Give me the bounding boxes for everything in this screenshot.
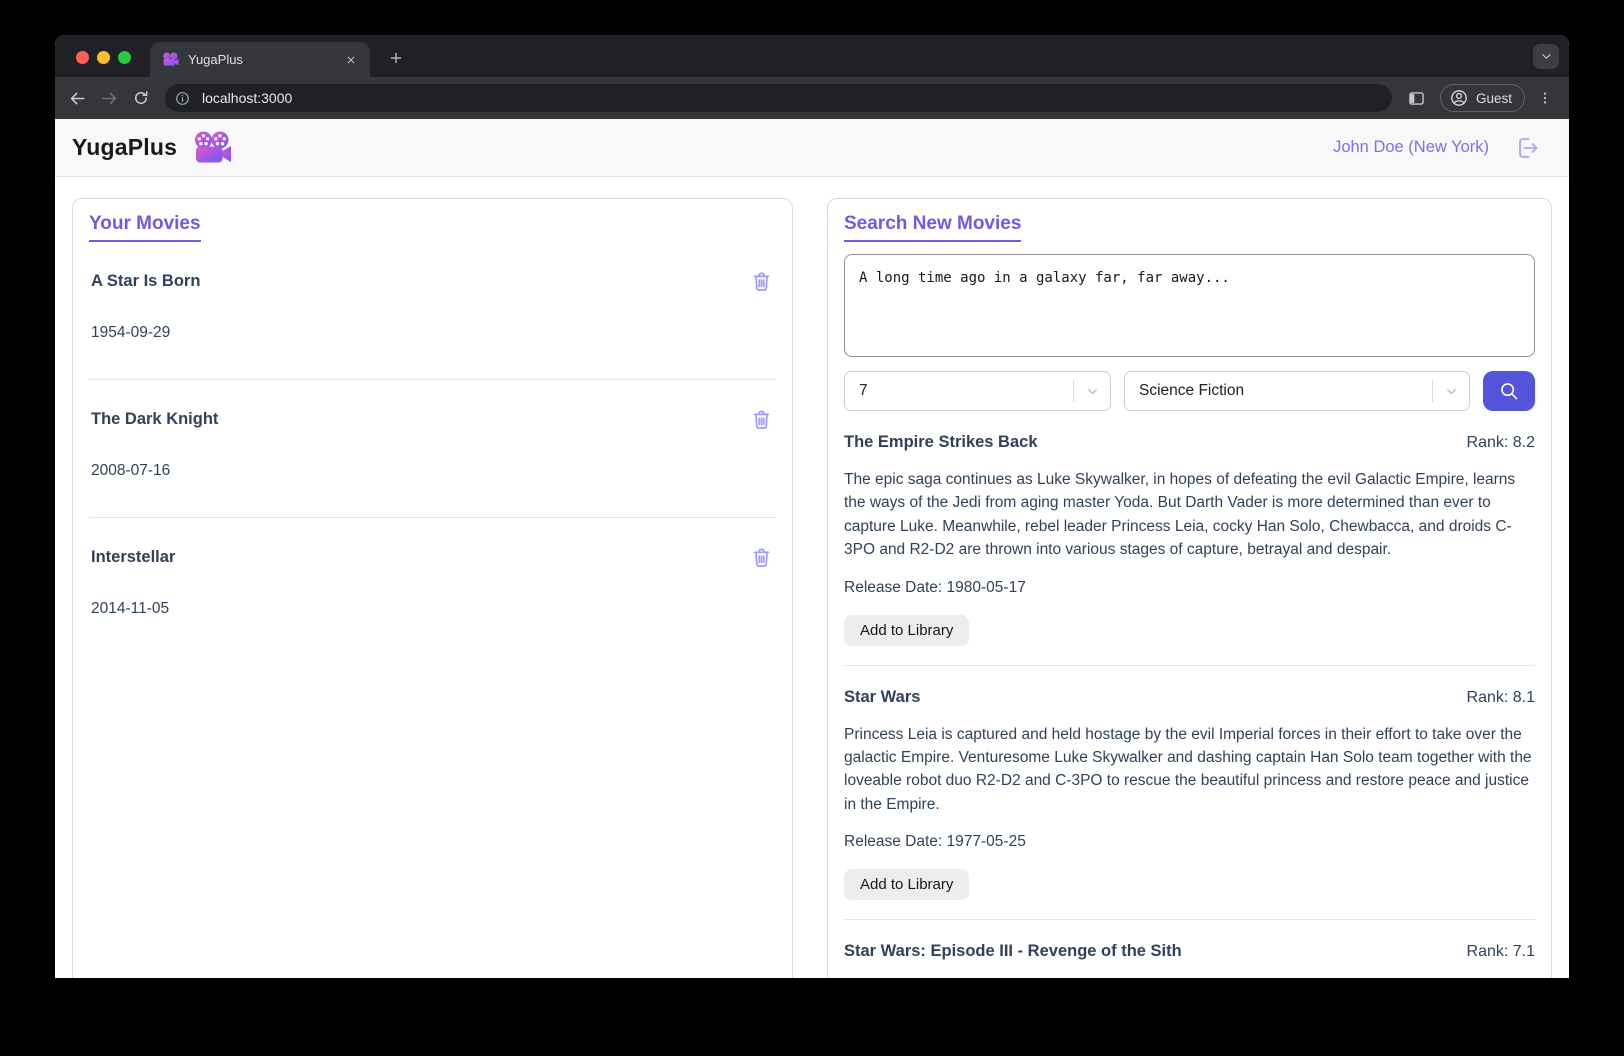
browser-menu-button[interactable] xyxy=(1531,84,1559,112)
delete-movie-button[interactable] xyxy=(748,544,774,570)
movie-row: The Dark Knight 2008-07-16 xyxy=(89,380,776,518)
movie-title: A Star Is Born xyxy=(91,271,201,290)
app-title: YugaPlus xyxy=(72,134,178,160)
result-row: Star Wars Rank: 8.1 Princess Leia is cap… xyxy=(844,666,1535,921)
traffic-lights xyxy=(76,51,131,64)
chevron-down-icon xyxy=(1074,384,1110,399)
add-to-library-button[interactable]: Add to Library xyxy=(844,614,970,646)
result-title: The Empire Strikes Back xyxy=(844,433,1038,451)
movie-date: 2008-07-16 xyxy=(91,462,171,479)
browser-toolbar: localhost:3000 Guest xyxy=(55,77,1569,119)
logout-icon xyxy=(1519,137,1538,158)
chevron-down-icon xyxy=(1541,54,1551,59)
new-tab-button[interactable] xyxy=(383,45,409,71)
search-icon xyxy=(1501,383,1518,400)
movie-title: Interstellar xyxy=(91,547,176,566)
arrow-right-icon xyxy=(101,92,116,104)
delete-movie-button[interactable] xyxy=(748,268,774,294)
side-panel-button[interactable] xyxy=(1402,83,1432,113)
side-panel-icon xyxy=(1409,91,1425,105)
movie-date: 2014-11-05 xyxy=(91,600,170,617)
guest-profile-button[interactable]: Guest xyxy=(1439,84,1525,112)
browser-tab[interactable]: YugaPlus xyxy=(150,42,370,77)
search-query-textarea[interactable]: A long time ago in a galaxy far, far awa… xyxy=(844,254,1535,357)
add-to-library-button[interactable]: Add to Library xyxy=(844,869,970,901)
window-close-button[interactable] xyxy=(76,51,89,64)
guest-label: Guest xyxy=(1475,90,1512,106)
trash-icon xyxy=(753,547,769,567)
forward-button[interactable] xyxy=(93,82,125,114)
user-area: John Doe (New York) xyxy=(1333,134,1541,162)
movie-row: Interstellar 2014-11-05 xyxy=(89,518,776,655)
movie-title: The Dark Knight xyxy=(91,409,219,428)
your-movies-panel: Your Movies A Star Is Born 1954-09-29 Th… xyxy=(72,198,793,978)
result-rank: Rank: 8.2 xyxy=(1466,434,1535,451)
person-icon xyxy=(1451,90,1467,106)
tab-overflow-button[interactable] xyxy=(1533,44,1559,69)
arrow-left-icon xyxy=(70,92,85,104)
tab-title: YugaPlus xyxy=(188,52,243,67)
result-row: The Empire Strikes Back Rank: 8.2 The ep… xyxy=(844,411,1535,666)
result-description: The epic saga continues as Luke Skywalke… xyxy=(844,471,1516,559)
result-release-date: Release Date: 1977-05-25 xyxy=(844,833,1026,851)
rank-select[interactable]: 7 xyxy=(844,371,1111,411)
reload-button[interactable] xyxy=(125,82,157,114)
rank-select-value: 7 xyxy=(859,382,868,399)
reload-icon xyxy=(135,91,148,104)
result-row: Star Wars: Episode III - Revenge of the … xyxy=(844,920,1535,978)
genre-select-value: Science Fiction xyxy=(1139,382,1245,399)
tab-close-button[interactable] xyxy=(342,51,360,69)
trash-icon xyxy=(753,409,769,429)
search-panel: Search New Movies A long time ago in a g… xyxy=(827,198,1552,978)
plus-icon xyxy=(390,52,402,64)
result-release-date: Release Date: 1980-05-17 xyxy=(844,578,1026,596)
address-bar[interactable]: localhost:3000 xyxy=(165,84,1392,112)
your-movies-title: Your Movies xyxy=(89,213,201,242)
logout-button[interactable] xyxy=(1513,134,1541,162)
search-results: The Empire Strikes Back Rank: 8.2 The ep… xyxy=(844,411,1535,978)
main-content: Your Movies A Star Is Born 1954-09-29 Th… xyxy=(55,177,1569,978)
delete-movie-button[interactable] xyxy=(748,406,774,432)
window-minimize-button[interactable] xyxy=(97,51,110,64)
movie-list: A Star Is Born 1954-09-29 The Dark Knigh… xyxy=(89,242,776,655)
site-info-icon[interactable] xyxy=(171,87,193,109)
app-header: YugaPlus John Doe (New York) xyxy=(55,119,1569,177)
search-title: Search New Movies xyxy=(844,213,1022,242)
close-icon xyxy=(347,56,355,63)
movie-row: A Star Is Born 1954-09-29 xyxy=(89,242,776,380)
result-rank: Rank: 7.1 xyxy=(1466,943,1535,961)
search-button[interactable] xyxy=(1483,371,1535,411)
url-text: localhost:3000 xyxy=(202,90,293,106)
chevron-down-icon xyxy=(1433,384,1469,399)
tab-strip: YugaPlus xyxy=(55,35,1569,77)
result-title: Star Wars xyxy=(844,687,921,706)
search-controls: 7 Science Fiction xyxy=(844,371,1535,411)
browser-window: YugaPlus localhost:3000 Guest YugaPlus J… xyxy=(55,35,1569,978)
movie-camera-logo-icon xyxy=(192,131,232,165)
trash-icon xyxy=(753,271,769,291)
user-name[interactable]: John Doe (New York) xyxy=(1333,138,1489,157)
back-button[interactable] xyxy=(61,82,93,114)
result-description: Princess Leia is captured and held hosta… xyxy=(844,725,1532,813)
result-rank: Rank: 8.1 xyxy=(1466,688,1535,706)
app-brand: YugaPlus xyxy=(72,131,232,165)
genre-select[interactable]: Science Fiction xyxy=(1124,371,1470,411)
window-zoom-button[interactable] xyxy=(118,51,131,64)
kebab-menu-icon xyxy=(1543,92,1547,104)
movie-camera-favicon-icon xyxy=(162,52,179,67)
movie-date: 1954-09-29 xyxy=(91,324,171,341)
result-title: Star Wars: Episode III - Revenge of the … xyxy=(844,942,1182,961)
